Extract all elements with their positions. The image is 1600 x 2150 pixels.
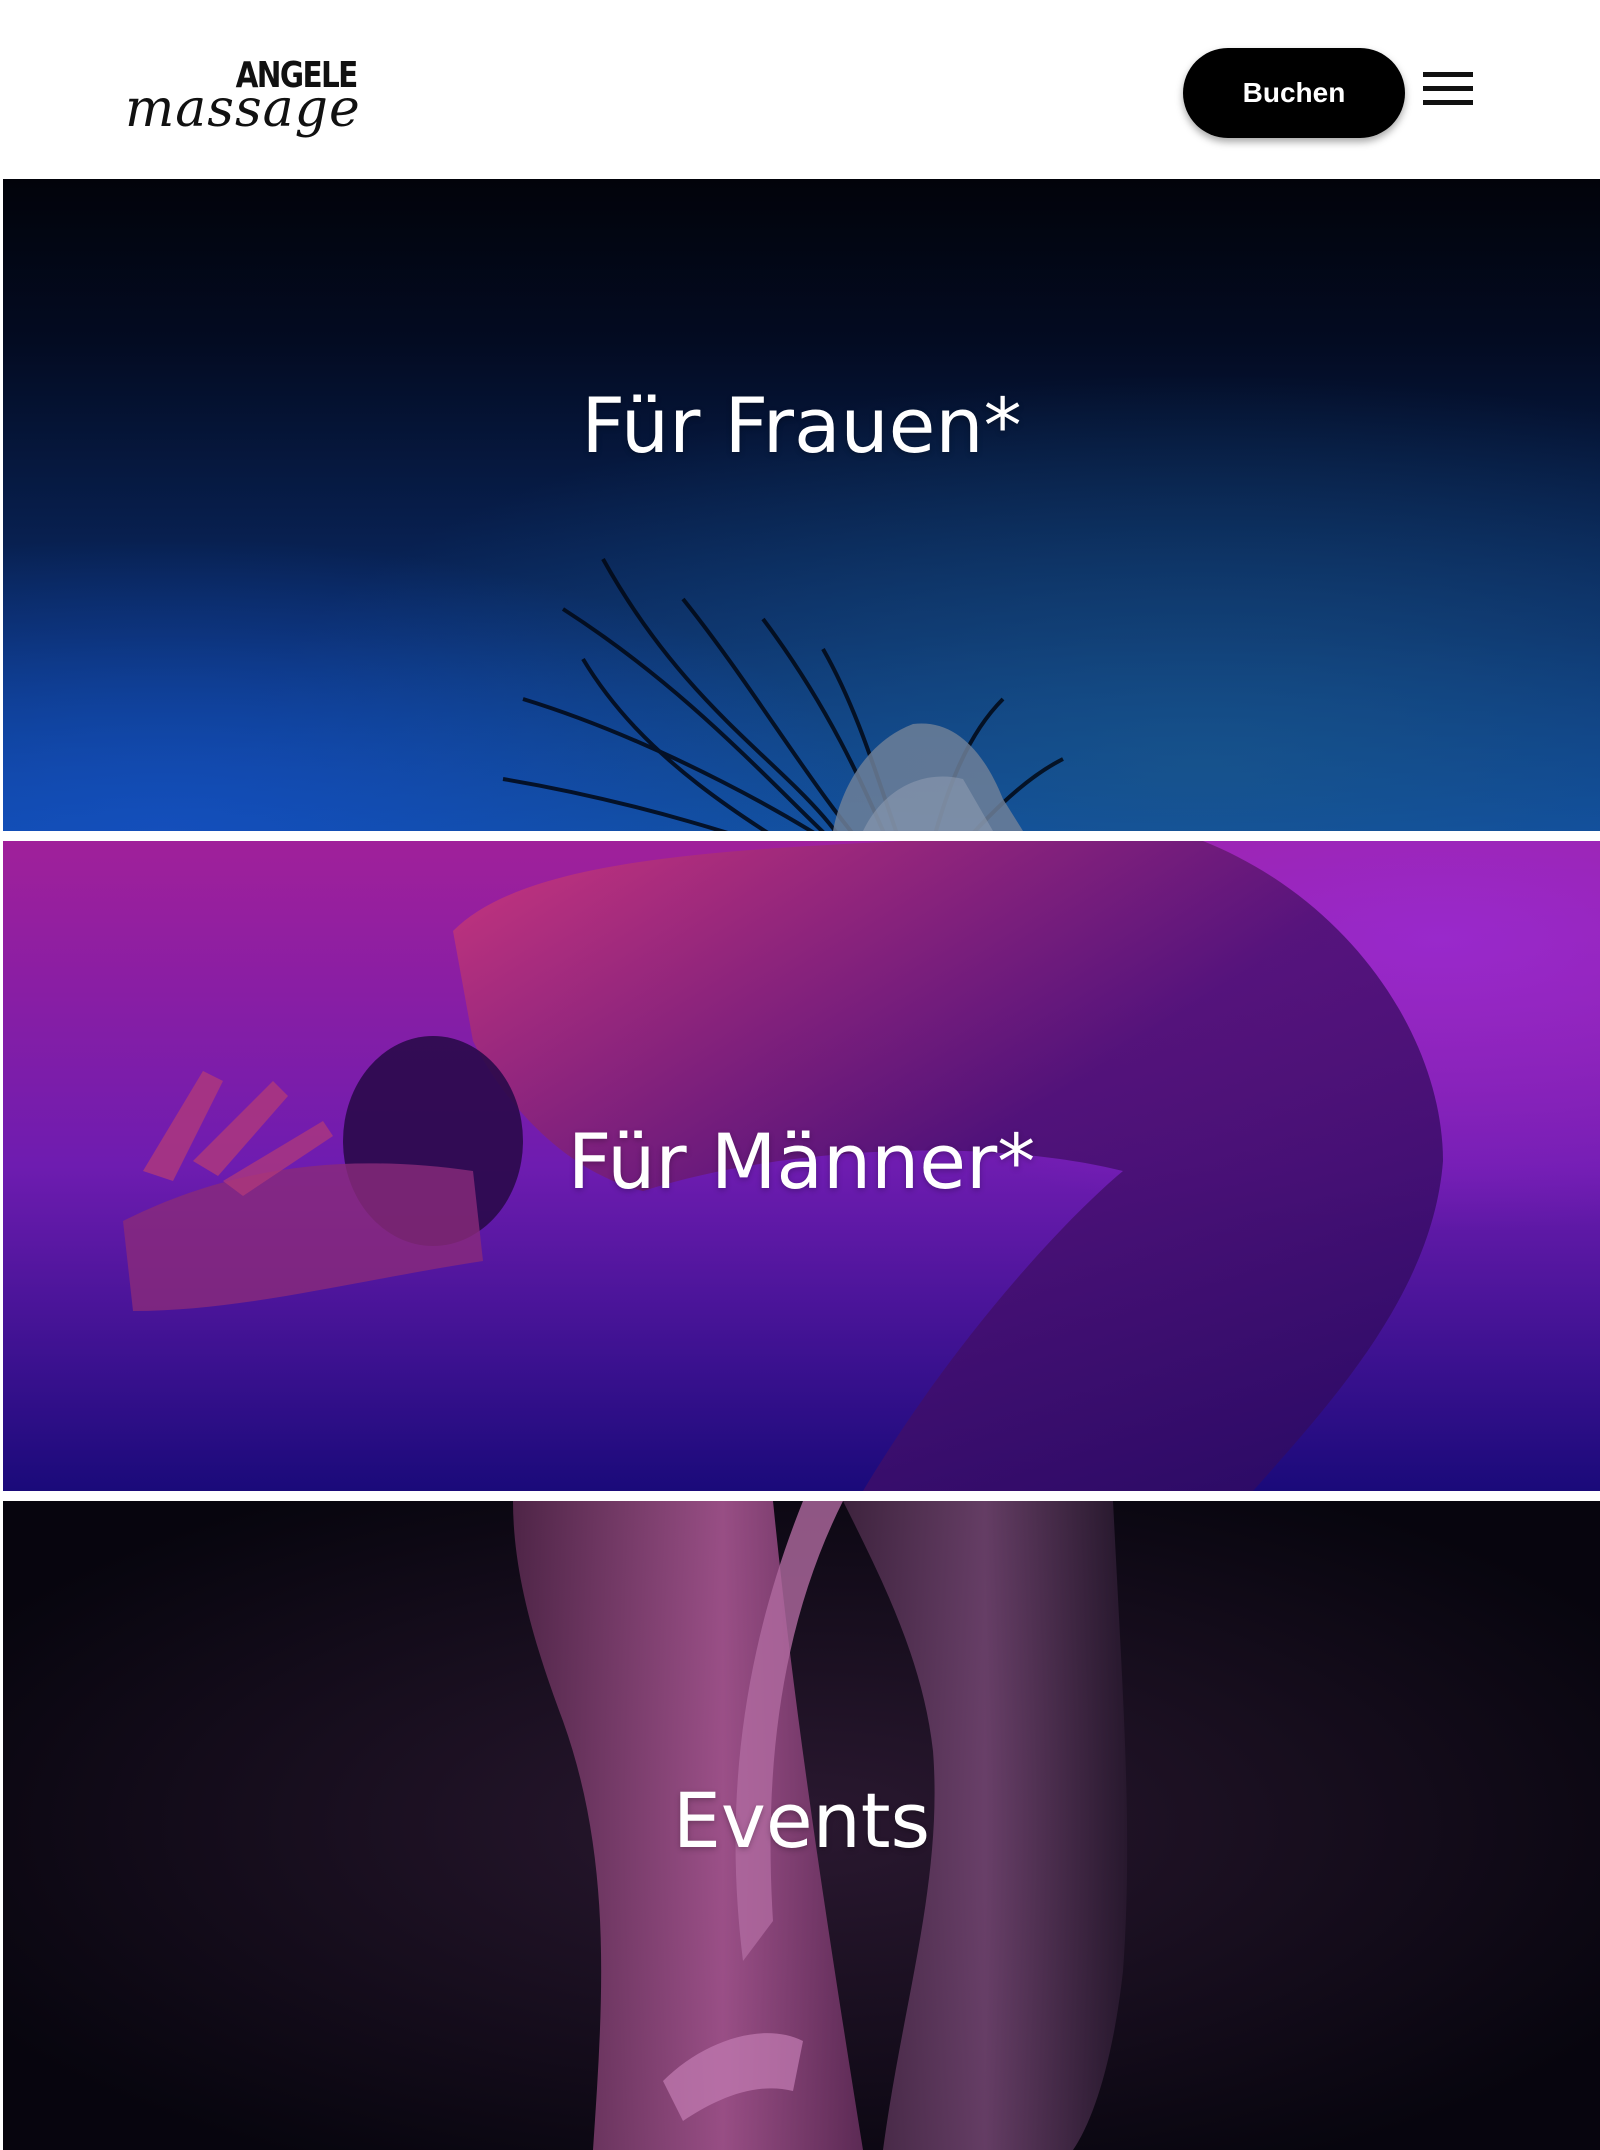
tile-events-title: Events — [672, 1776, 931, 1865]
tile-men[interactable]: Für Männer* — [3, 841, 1600, 1491]
tile-women-title: Für Frauen* — [581, 380, 1022, 470]
menu-bar — [1423, 86, 1473, 91]
tile-women[interactable]: Für Frauen* — [3, 179, 1600, 831]
menu-bar — [1423, 100, 1473, 105]
tile-men-title: Für Männer* — [567, 1116, 1036, 1206]
hamburger-menu-icon[interactable] — [1423, 70, 1473, 110]
women-photo — [3, 179, 1600, 831]
site-header: ANGELE massage Buchen — [0, 0, 1600, 179]
page: ANGELE massage Buchen Für Frauen* Für Mä… — [0, 0, 1600, 2150]
site-logo[interactable]: ANGELE massage — [125, 55, 365, 145]
tile-events[interactable]: Events — [3, 1501, 1600, 2150]
menu-bar — [1423, 72, 1473, 77]
logo-wordmark-massage: massage — [125, 79, 361, 139]
book-button[interactable]: Buchen — [1183, 48, 1405, 138]
